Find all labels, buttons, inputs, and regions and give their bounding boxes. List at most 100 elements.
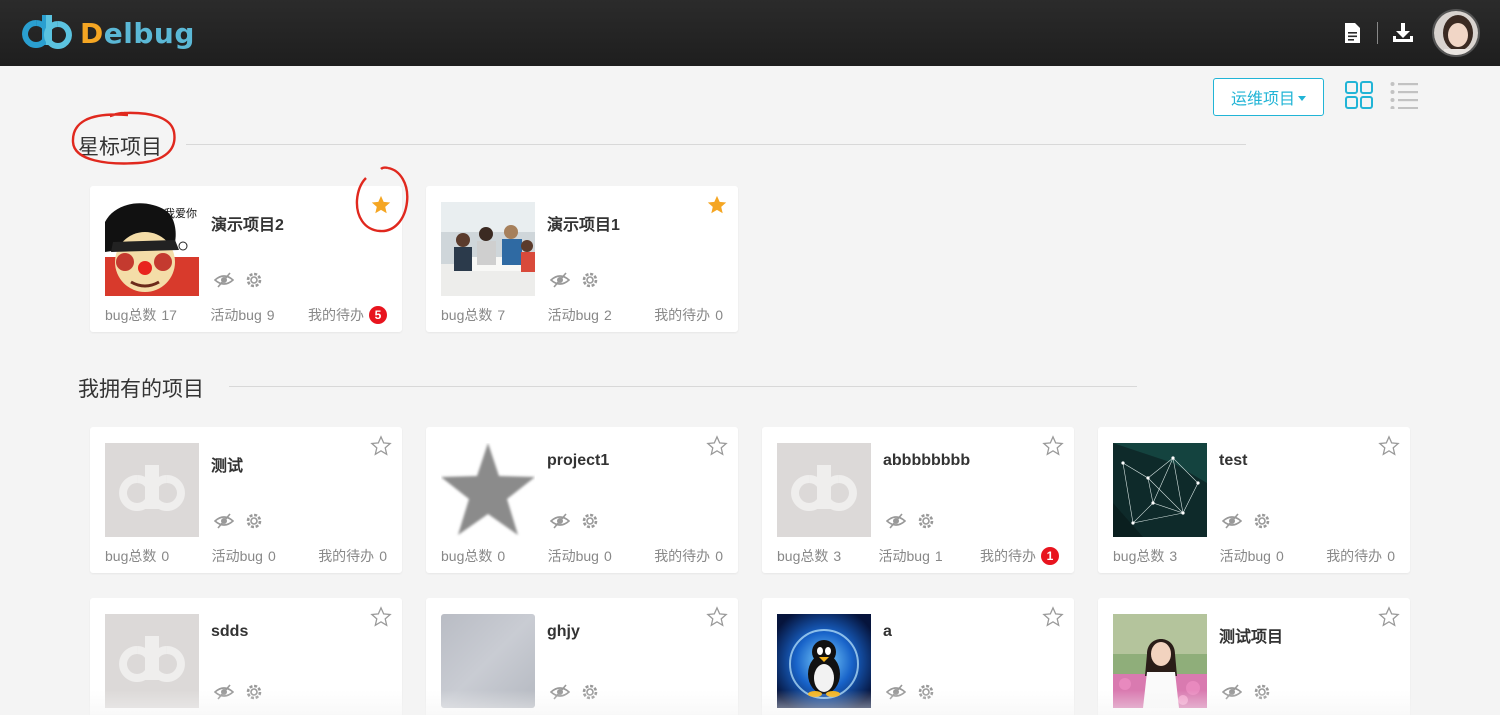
project-image <box>105 614 199 708</box>
star-outline-icon[interactable] <box>1378 435 1400 457</box>
project-name[interactable]: a <box>883 623 892 641</box>
star-filled-icon[interactable] <box>706 194 728 216</box>
project-name[interactable]: sdds <box>211 623 248 641</box>
project-card[interactable]: a <box>762 598 1074 715</box>
project-name[interactable]: ghjy <box>547 623 580 641</box>
bug-total-stat: bug总数 0 <box>105 548 170 564</box>
active-bug-stat: 活动bug 0 <box>547 548 612 564</box>
app-logo[interactable]: Delbug <box>22 11 195 55</box>
project-image <box>441 614 535 708</box>
owned-section-title: 我拥有的项目 <box>78 378 204 401</box>
my-todo-stat[interactable]: 我的待办 0 <box>654 305 723 325</box>
gear-icon[interactable] <box>580 270 600 290</box>
gear-icon[interactable] <box>916 511 936 531</box>
project-card[interactable]: abbbbbbbb bug总数 3 活动bug 1 我的待办 1 <box>762 427 1074 573</box>
my-todo-stat[interactable]: 我的待办 0 <box>1326 546 1395 566</box>
eye-slash-icon[interactable] <box>214 511 234 531</box>
section-divider <box>186 144 1246 145</box>
project-filter-label: 运维项目 <box>1230 91 1295 108</box>
project-name[interactable]: 演示项目2 <box>211 211 284 235</box>
project-image: 我爱你 <box>105 202 199 296</box>
gear-icon[interactable] <box>244 511 264 531</box>
logo-text: Delbug <box>80 16 195 50</box>
header-divider <box>1377 22 1378 44</box>
eye-slash-icon[interactable] <box>886 511 906 531</box>
starred-section-title: 星标项目 <box>78 136 162 159</box>
project-card[interactable]: 演示项目1 bug总数 7 活动bug 2 我的待办 0 <box>426 186 738 332</box>
placeholder-logo-icon <box>105 614 199 708</box>
my-todo-stat[interactable]: 我的待办 0 <box>318 546 387 566</box>
eye-slash-icon[interactable] <box>550 682 570 702</box>
active-bug-stat: 活动bug 9 <box>210 307 275 323</box>
project-name[interactable]: 演示项目1 <box>547 211 620 235</box>
project-card[interactable]: sdds <box>90 598 402 715</box>
placeholder-logo-icon <box>777 443 871 537</box>
bug-total-stat: bug总数 3 <box>777 548 842 564</box>
my-todo-stat[interactable]: 我的待办 0 <box>654 546 723 566</box>
project-image <box>441 443 535 537</box>
eye-slash-icon[interactable] <box>550 511 570 531</box>
star-outline-icon[interactable] <box>1042 435 1064 457</box>
my-todo-stat[interactable]: 我的待办 5 <box>308 305 387 325</box>
star-outline-icon[interactable] <box>370 435 392 457</box>
project-image <box>441 202 535 296</box>
project-image <box>777 443 871 537</box>
project-filter-dropdown[interactable]: 运维项目 <box>1213 78 1324 116</box>
active-bug-stat: 活动bug 1 <box>878 548 943 564</box>
eye-slash-icon[interactable] <box>214 682 234 702</box>
gear-icon[interactable] <box>916 682 936 702</box>
star-outline-icon[interactable] <box>1042 606 1064 628</box>
project-card[interactable]: 我爱你 演示项目2 bug总数 17 活动bug 9 我的待办 5 <box>90 186 402 332</box>
gear-icon[interactable] <box>244 682 264 702</box>
project-image <box>1113 443 1207 537</box>
project-image <box>1113 614 1207 708</box>
list-view-icon[interactable] <box>1390 81 1418 109</box>
gear-icon[interactable] <box>1252 511 1272 531</box>
bug-total-stat: bug总数 0 <box>441 548 506 564</box>
eye-slash-icon[interactable] <box>1222 511 1242 531</box>
eye-slash-icon[interactable] <box>886 682 906 702</box>
eye-slash-icon[interactable] <box>550 270 570 290</box>
bug-total-stat: bug总数 17 <box>105 307 177 323</box>
todo-badge: 1 <box>1041 547 1059 565</box>
project-name[interactable]: 测试 <box>211 452 243 476</box>
active-bug-stat: 活动bug 0 <box>211 548 276 564</box>
project-name[interactable]: abbbbbbbb <box>883 452 970 470</box>
portrait-image <box>1113 614 1207 708</box>
star-outline-icon[interactable] <box>1378 606 1400 628</box>
todo-badge: 5 <box>369 306 387 324</box>
penguin-image <box>777 614 871 708</box>
gear-icon[interactable] <box>1252 682 1272 702</box>
top-navbar: Delbug <box>0 0 1500 66</box>
eye-slash-icon[interactable] <box>1222 682 1242 702</box>
project-name[interactable]: test <box>1219 452 1247 470</box>
project-card[interactable]: project1 bug总数 0 活动bug 0 我的待办 0 <box>426 427 738 573</box>
my-todo-stat[interactable]: 我的待办 1 <box>980 546 1059 566</box>
document-icon[interactable] <box>1341 22 1363 44</box>
grid-view-icon[interactable] <box>1345 81 1373 109</box>
active-bug-stat: 活动bug 0 <box>1219 548 1284 564</box>
star-outline-icon[interactable] <box>706 435 728 457</box>
eye-slash-icon[interactable] <box>214 270 234 290</box>
image-caption: 我爱你 <box>164 208 197 220</box>
gear-icon[interactable] <box>580 511 600 531</box>
project-image <box>105 443 199 537</box>
gear-icon[interactable] <box>580 682 600 702</box>
caret-down-icon <box>1298 95 1306 101</box>
section-divider <box>229 386 1137 387</box>
project-card[interactable]: 测试 bug总数 0 活动bug 0 我的待办 0 <box>90 427 402 573</box>
project-card[interactable]: ghjy <box>426 598 738 715</box>
bug-total-stat: bug总数 3 <box>1113 548 1178 564</box>
project-name[interactable]: project1 <box>547 452 609 470</box>
active-bug-stat: 活动bug 2 <box>547 307 612 323</box>
star-filled-icon[interactable] <box>370 194 392 216</box>
project-name[interactable]: 测试项目 <box>1219 623 1283 647</box>
gear-icon[interactable] <box>244 270 264 290</box>
star-outline-icon[interactable] <box>706 606 728 628</box>
project-card[interactable]: test bug总数 3 活动bug 0 我的待办 0 <box>1098 427 1410 573</box>
project-card[interactable]: 测试项目 <box>1098 598 1410 715</box>
user-avatar[interactable] <box>1432 9 1480 57</box>
download-icon[interactable] <box>1392 22 1414 44</box>
grey-blur-image <box>441 614 535 708</box>
star-outline-icon[interactable] <box>370 606 392 628</box>
